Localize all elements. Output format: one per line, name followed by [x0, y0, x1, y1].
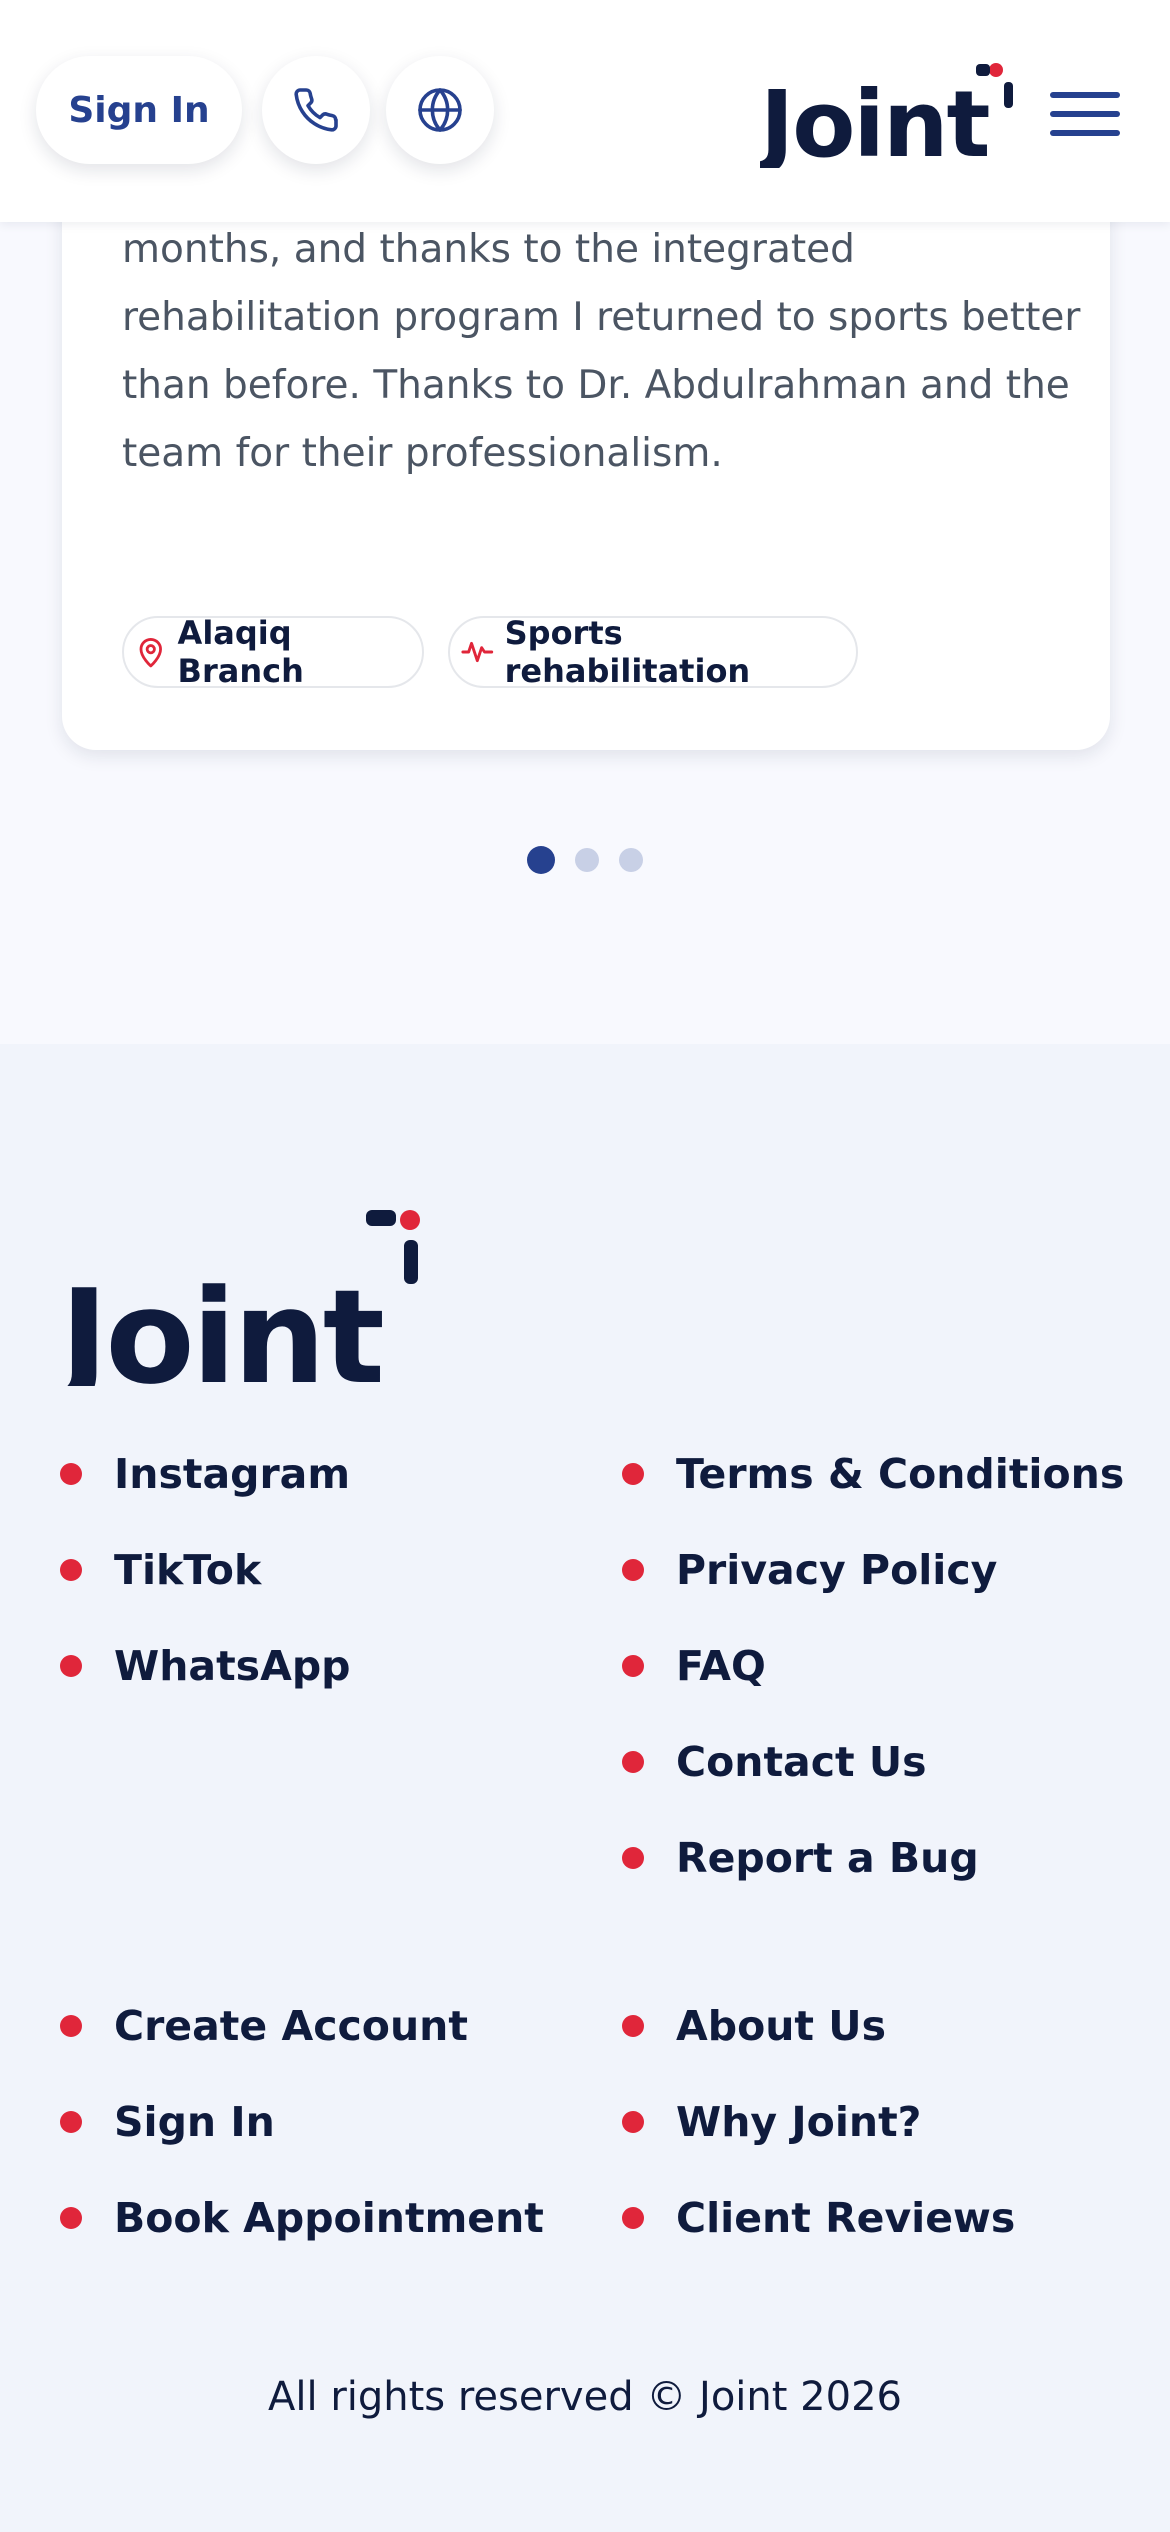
footer-link-instagram[interactable]: Instagram: [60, 1450, 350, 1498]
footer-link-report-bug[interactable]: Report a Bug: [622, 1834, 979, 1882]
branch-tag: Alaqiq Branch: [122, 614, 424, 690]
footer-link-sign-in[interactable]: Sign In: [60, 2098, 275, 2146]
service-tag-label: Sports rehabilitation: [504, 614, 751, 690]
carousel-pagination: [0, 846, 1170, 874]
footer-link-terms[interactable]: Terms & Conditions: [622, 1450, 1124, 1498]
pagination-dot-1[interactable]: [527, 846, 555, 874]
branch-tag-label: Alaqiq Branch: [177, 614, 304, 690]
phone-icon: [294, 88, 338, 132]
joint-logo-text: Joint: [760, 71, 988, 168]
pagination-dot-3[interactable]: [619, 848, 643, 872]
footer-link-tiktok[interactable]: TikTok: [60, 1546, 261, 1594]
globe-icon: [418, 88, 462, 132]
site-footer: Joint Instagram TikTok WhatsApp Terms & …: [0, 1044, 1170, 2532]
footer-link-privacy[interactable]: Privacy Policy: [622, 1546, 997, 1594]
top-header: Sign In Joint: [0, 0, 1170, 222]
footer-link-about[interactable]: About Us: [622, 2002, 886, 2050]
service-tag: Sports rehabilitation: [448, 614, 858, 690]
footer-logo-text: Joint: [60, 1261, 383, 1386]
pulse-icon: [461, 641, 494, 663]
location-pin-icon: [139, 638, 162, 668]
sign-in-button[interactable]: Sign In: [36, 56, 242, 164]
copyright-text: All rights reserved © Joint 2026: [268, 2374, 902, 2420]
joint-logo[interactable]: Joint: [760, 58, 1020, 168]
footer-link-contact[interactable]: Contact Us: [622, 1738, 927, 1786]
footer-link-whatsapp[interactable]: WhatsApp: [60, 1642, 351, 1690]
hamburger-menu-icon[interactable]: [1050, 92, 1120, 148]
footer-link-faq[interactable]: FAQ: [622, 1642, 766, 1690]
footer-joint-logo[interactable]: Joint: [60, 1206, 426, 1386]
footer-link-create-account[interactable]: Create Account: [60, 2002, 468, 2050]
footer-link-client-reviews[interactable]: Client Reviews: [622, 2194, 1015, 2242]
call-button[interactable]: [262, 56, 370, 164]
pagination-dot-2[interactable]: [575, 848, 599, 872]
sign-in-button-label: Sign In: [68, 89, 210, 131]
footer-link-why-joint[interactable]: Why Joint?: [622, 2098, 921, 2146]
footer-link-book-appointment[interactable]: Book Appointment: [60, 2194, 544, 2242]
language-button[interactable]: [386, 56, 494, 164]
testimonial-text: months, and thanks to the integrated reh…: [122, 227, 1081, 476]
